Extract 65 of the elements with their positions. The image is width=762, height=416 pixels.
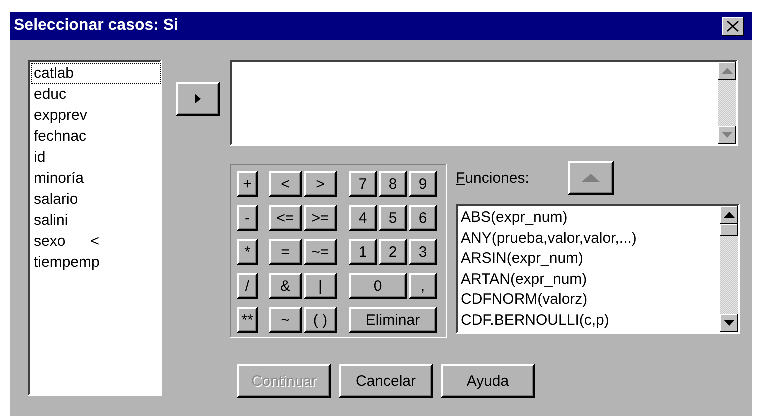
scroll-up-button[interactable] bbox=[720, 206, 738, 224]
keypad-key[interactable]: <= bbox=[269, 205, 302, 231]
keypad-key[interactable]: ** bbox=[237, 307, 258, 333]
function-item[interactable]: CDF.BERNOULLI(c,p) bbox=[461, 310, 720, 331]
variable-item[interactable]: fechnac bbox=[31, 126, 161, 147]
keypad-key[interactable]: + bbox=[237, 171, 258, 197]
keypad-key[interactable]: 3 bbox=[409, 239, 437, 265]
keypad-key[interactable]: * bbox=[237, 239, 258, 265]
keypad-key[interactable]: & bbox=[269, 273, 302, 299]
keypad-key[interactable]: 2 bbox=[379, 239, 407, 265]
close-icon bbox=[727, 20, 739, 32]
window-title: Seleccionar casos: Si bbox=[14, 17, 179, 35]
keypad-key[interactable]: 0 bbox=[349, 273, 407, 299]
scroll-up-button[interactable] bbox=[718, 62, 736, 80]
play-arrow-icon bbox=[195, 94, 201, 104]
function-item[interactable]: ARSIN(expr_num) bbox=[461, 249, 720, 270]
insert-function-button[interactable] bbox=[568, 161, 614, 195]
keypad-key[interactable]: > bbox=[304, 171, 337, 197]
function-item[interactable]: ARTAN(expr_num) bbox=[461, 270, 720, 290]
variable-item[interactable]: catlab bbox=[31, 63, 161, 84]
keypad-key[interactable]: / bbox=[237, 273, 258, 299]
keypad-key[interactable]: < bbox=[269, 171, 302, 197]
expression-field[interactable] bbox=[230, 60, 738, 146]
keypad-key[interactable]: 7 bbox=[349, 171, 377, 197]
keypad-key[interactable]: ~= bbox=[304, 239, 337, 265]
up-triangle-icon bbox=[582, 174, 600, 182]
variable-item[interactable]: sexo < bbox=[31, 231, 161, 252]
keypad-key[interactable]: - bbox=[237, 205, 258, 231]
functions-list[interactable]: ABS(expr_num) ANY(prueba,valor,valor,...) ARSIN(expr_num) ARTAN(expr_num) CDFNORM(valorz) CDF.BERNOULLI(c,p) bbox=[456, 204, 740, 334]
variable-item[interactable]: salario bbox=[31, 189, 161, 210]
keypad-key[interactable]: 6 bbox=[409, 205, 437, 231]
keypad-key[interactable]: 8 bbox=[379, 171, 407, 197]
close-button[interactable] bbox=[722, 16, 744, 36]
keypad-key[interactable]: | bbox=[304, 273, 337, 299]
up-triangle-icon bbox=[722, 68, 732, 74]
scroll-down-button[interactable] bbox=[718, 126, 736, 144]
up-triangle-icon bbox=[724, 212, 734, 218]
down-triangle-icon bbox=[722, 132, 732, 138]
keypad-key[interactable]: ( ) bbox=[304, 307, 337, 333]
down-triangle-icon bbox=[724, 320, 734, 326]
keypad-key[interactable]: ~ bbox=[269, 307, 302, 333]
function-item[interactable]: ABS(expr_num) bbox=[461, 208, 720, 228]
variable-item[interactable]: id bbox=[31, 147, 161, 168]
variable-list[interactable]: catlab educ expprev fechnac id minoría salario salini sexo < tiempemp bbox=[28, 60, 162, 396]
variable-item[interactable]: expprev bbox=[31, 105, 161, 126]
keypad-key[interactable]: 4 bbox=[349, 205, 377, 231]
variable-item[interactable]: minoría bbox=[31, 168, 161, 189]
dialog-button[interactable]: Ayuda bbox=[441, 364, 535, 398]
variable-item[interactable]: tiempemp bbox=[31, 252, 161, 273]
keypad-key[interactable]: 5 bbox=[379, 205, 407, 231]
move-button[interactable] bbox=[176, 82, 220, 116]
dialog-button[interactable]: Cancelar bbox=[339, 364, 433, 398]
keypad-key[interactable]: , bbox=[409, 273, 437, 299]
keypad-key[interactable]: >= bbox=[304, 205, 337, 231]
function-item[interactable]: CDFNORM(valorz) bbox=[461, 290, 720, 310]
keypad-key[interactable]: = bbox=[269, 239, 302, 265]
scrollbar-thumb[interactable] bbox=[720, 224, 738, 236]
function-item[interactable]: ANY(prueba,valor,valor,...) bbox=[461, 228, 720, 249]
variable-item[interactable]: educ bbox=[31, 84, 161, 105]
variable-item[interactable]: salini bbox=[31, 210, 161, 231]
keypad-key[interactable]: Eliminar bbox=[349, 307, 437, 333]
functions-label: Funciones: bbox=[456, 170, 530, 186]
keypad-key[interactable]: 1 bbox=[349, 239, 377, 265]
keypad-key[interactable]: 9 bbox=[409, 171, 437, 197]
scroll-down-button[interactable] bbox=[720, 314, 738, 332]
